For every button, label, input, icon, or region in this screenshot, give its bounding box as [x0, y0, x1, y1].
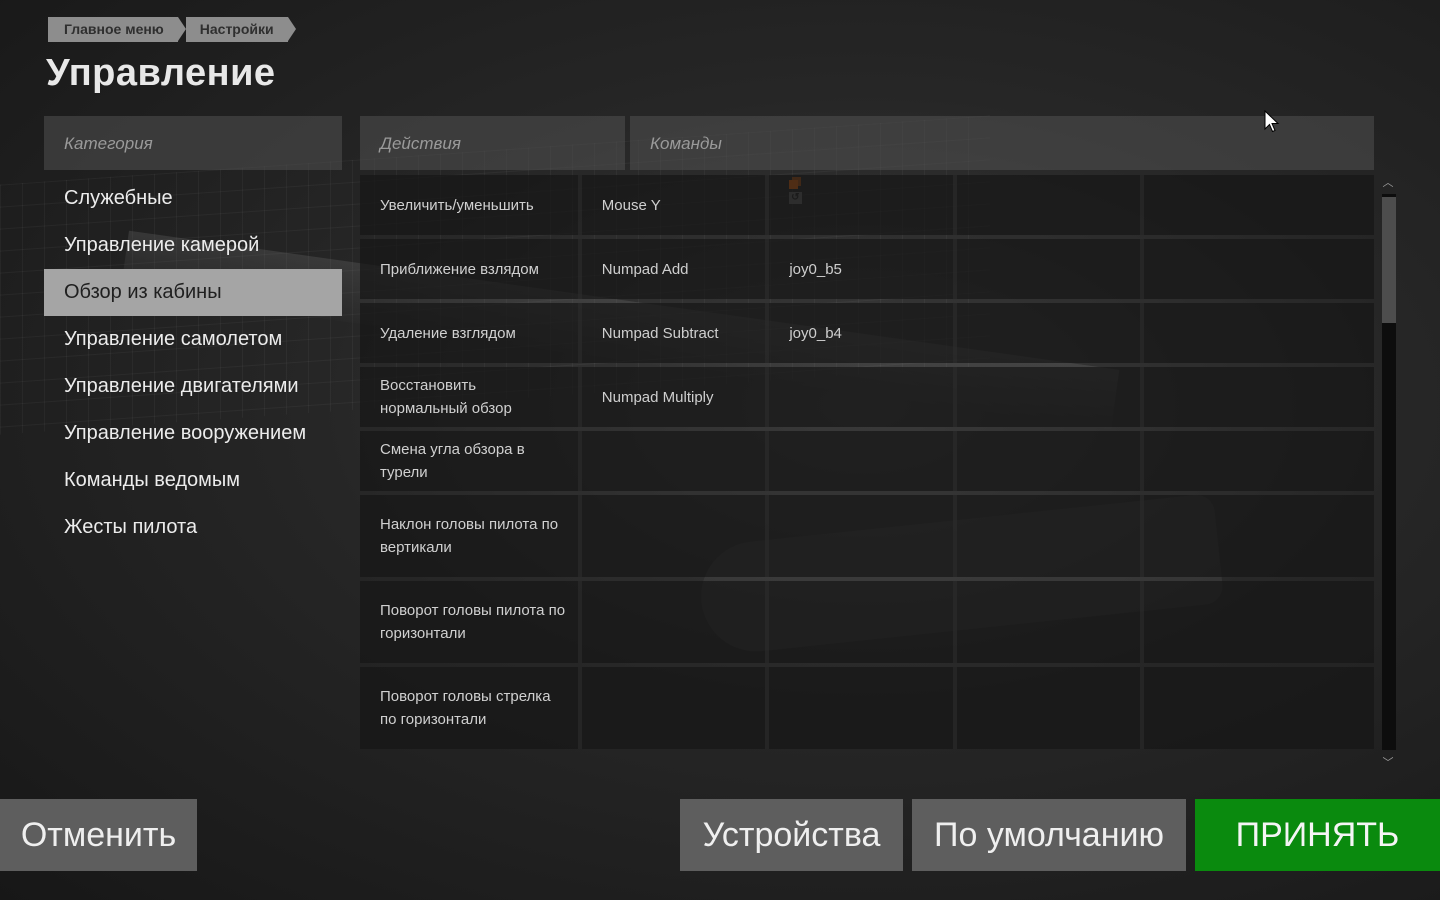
- command-slot-4[interactable]: [1144, 495, 1374, 577]
- category-item-wingmen[interactable]: Команды ведомым: [44, 457, 342, 504]
- command-slot-1[interactable]: [581, 667, 770, 749]
- command-value: joy0_b5: [789, 260, 842, 278]
- scrollbar-thumb[interactable]: [1382, 197, 1396, 323]
- command-slot-1[interactable]: Numpad Subtract: [581, 303, 770, 363]
- devices-button[interactable]: Устройства: [680, 799, 903, 871]
- category-item-weapons[interactable]: Управление вооружением: [44, 410, 342, 457]
- command-slot-3[interactable]: [956, 495, 1145, 577]
- command-slot-2[interactable]: joy0_b5: [769, 239, 957, 299]
- command-slot-2[interactable]: [769, 667, 957, 749]
- binding-row: Приближение взлядом Numpad Add joy0_b5: [360, 239, 1374, 299]
- category-item-pilot-gestures[interactable]: Жесты пилота: [44, 504, 342, 551]
- bindings-table: Увеличить/уменьшить Mouse Y ↺ Приближени…: [360, 175, 1374, 771]
- command-slot-2[interactable]: [769, 367, 957, 427]
- action-label: Поворот головы пилота по горизонтали: [360, 581, 582, 663]
- action-label: Увеличить/уменьшить: [360, 175, 582, 235]
- action-label: Удаление взглядом: [360, 303, 582, 363]
- command-slot-4[interactable]: [1144, 239, 1374, 299]
- command-slot-1[interactable]: [581, 581, 770, 663]
- binding-row: Восстановить нормальный обзор Numpad Mul…: [360, 367, 1374, 427]
- command-value: joy0_b4: [789, 324, 842, 342]
- command-slot-3[interactable]: [956, 175, 1145, 235]
- breadcrumb: Главное меню Настройки: [48, 17, 298, 42]
- action-label: Поворот головы стрелка по горизонтали: [360, 667, 582, 749]
- command-slot-3[interactable]: [956, 367, 1145, 427]
- command-value: Mouse Y: [601, 196, 661, 214]
- command-slot-1[interactable]: [581, 495, 770, 577]
- action-label: Смена угла обзора в турели: [360, 431, 582, 491]
- actions-column-header: Действия: [360, 116, 625, 170]
- binding-row: Поворот головы стрелка по горизонтали: [360, 667, 1374, 749]
- command-slot-4[interactable]: [1144, 303, 1374, 363]
- command-slot-2[interactable]: [769, 431, 957, 491]
- category-item-aircraft[interactable]: Управление самолетом: [44, 316, 342, 363]
- command-slot-1[interactable]: Numpad Add: [581, 239, 770, 299]
- action-label: Приближение взлядом: [360, 239, 582, 299]
- command-slot-4[interactable]: [1144, 175, 1374, 235]
- binding-row: Поворот головы пилота по горизонтали: [360, 581, 1374, 663]
- command-slot-4[interactable]: [1144, 667, 1374, 749]
- cancel-button[interactable]: Отменить: [0, 799, 197, 871]
- command-slot-1[interactable]: [581, 431, 770, 491]
- category-item-camera[interactable]: Управление камерой: [44, 222, 342, 269]
- mouse-cursor-icon: [1264, 110, 1280, 133]
- action-label: Наклон головы пилота по вертикали: [360, 495, 582, 577]
- category-column-header: Категория: [44, 116, 342, 170]
- command-slot-3[interactable]: [956, 667, 1145, 749]
- command-slot-3[interactable]: [956, 431, 1145, 491]
- command-slot-4[interactable]: [1144, 367, 1374, 427]
- command-slot-1[interactable]: Mouse Y ↺: [581, 175, 802, 235]
- accept-button[interactable]: ПРИНЯТЬ: [1195, 799, 1440, 871]
- binding-row: Увеличить/уменьшить Mouse Y ↺: [360, 175, 1374, 235]
- command-slot-2[interactable]: [769, 581, 957, 663]
- breadcrumb-main-menu[interactable]: Главное меню: [48, 17, 186, 42]
- category-item-engines[interactable]: Управление двигателями: [44, 363, 342, 410]
- action-label: Восстановить нормальный обзор: [360, 367, 582, 427]
- category-item-cockpit-view[interactable]: Обзор из кабины: [44, 269, 342, 316]
- command-value: Numpad Add: [601, 260, 689, 278]
- binding-row: Наклон головы пилота по вертикали: [360, 495, 1374, 577]
- page-title: Управление: [46, 52, 276, 94]
- breadcrumb-settings[interactable]: Настройки: [185, 17, 296, 42]
- binding-row: Смена угла обзора в турели: [360, 431, 1374, 491]
- chevron-up-icon[interactable]: ︿: [1381, 176, 1395, 190]
- category-item-service[interactable]: Служебные: [44, 175, 342, 222]
- commands-column-header: Команды: [630, 116, 1374, 170]
- chevron-down-icon[interactable]: ﹀: [1381, 756, 1395, 770]
- command-value: Numpad Subtract: [601, 324, 719, 342]
- command-slot-2[interactable]: joy0_b4: [769, 303, 957, 363]
- category-list: Служебные Управление камерой Обзор из ка…: [44, 175, 342, 551]
- command-slot-2[interactable]: [769, 495, 957, 577]
- command-slot-3[interactable]: [956, 239, 1145, 299]
- default-button[interactable]: По умолчанию: [912, 799, 1186, 871]
- command-slot-4[interactable]: [1144, 581, 1374, 663]
- command-slot-3[interactable]: [956, 581, 1145, 663]
- command-slot-1[interactable]: Numpad Multiply: [581, 367, 770, 427]
- command-slot-4[interactable]: [1144, 431, 1374, 491]
- command-slot-3[interactable]: [956, 303, 1145, 363]
- command-value: Numpad Multiply: [601, 388, 714, 406]
- binding-row: Удаление взглядом Numpad Subtract joy0_b…: [360, 303, 1374, 363]
- command-slot-2[interactable]: [769, 175, 957, 235]
